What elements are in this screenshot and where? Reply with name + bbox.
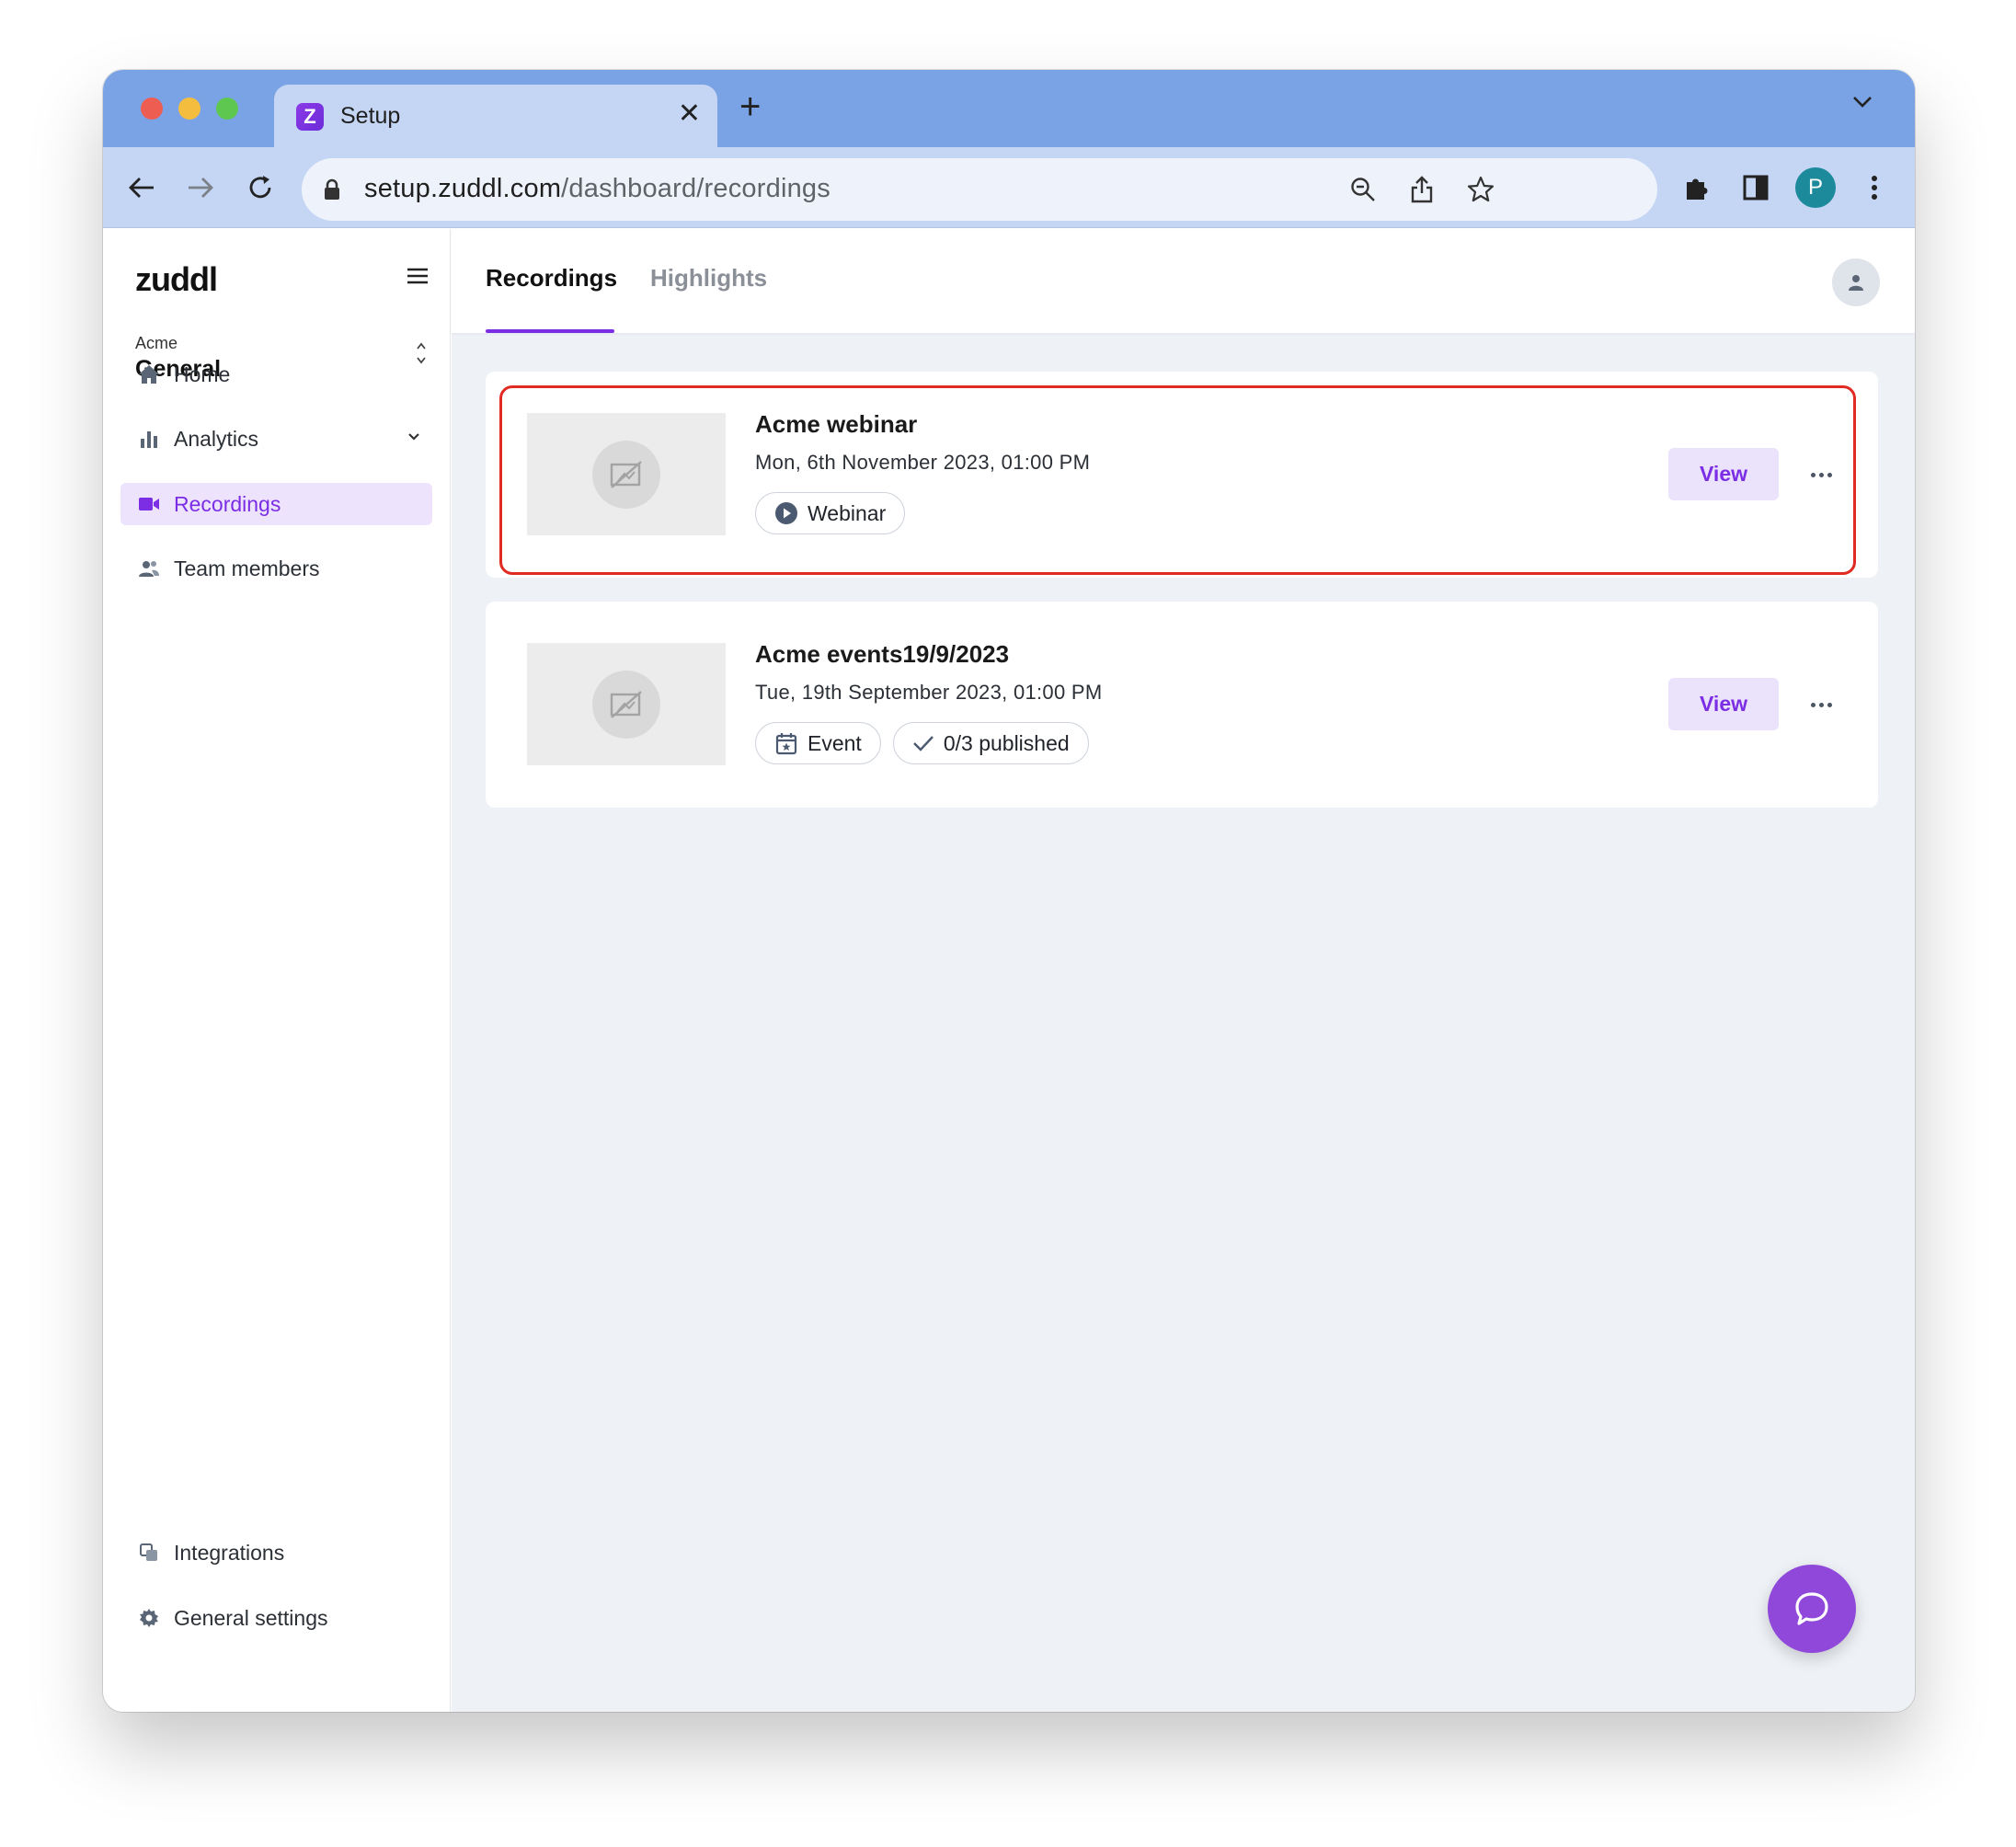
gear-icon [135,1608,163,1628]
browser-menu-icon[interactable] [1856,169,1893,206]
recording-thumbnail[interactable] [527,413,726,535]
view-button[interactable]: View [1668,448,1779,500]
reload-icon[interactable] [242,169,279,206]
page-header: Recordings Highlights [452,229,1915,333]
maximize-window-button[interactable] [216,98,238,120]
side-panel-icon[interactable] [1737,169,1774,206]
new-tab-icon[interactable]: + [739,88,761,125]
calendar-star-icon [775,733,797,755]
recording-tags: Event 0/3 published [755,722,1089,764]
type-chip: Webinar [755,492,906,534]
tab-recordings[interactable]: Recordings [486,264,617,293]
more-options-icon[interactable] [1803,695,1839,714]
sidebar-item-label: Recordings [174,491,281,516]
back-arrow-icon[interactable] [123,169,160,206]
sidebar-item-home[interactable]: Home [120,353,432,396]
video-camera-icon [135,496,163,512]
lock-icon [324,178,340,205]
browser-window: Z Setup ✕ + setup.zuddl.com/dashboard/re… [103,70,1915,1712]
recording-date: Mon, 6th November 2023, 01:00 PM [755,451,1091,474]
home-icon [135,364,163,384]
sidebar-item-label: Analytics [174,426,259,451]
sidebar-item-recordings[interactable]: Recordings [120,483,432,525]
sidebar-item-label: General settings [174,1605,328,1630]
share-icon[interactable] [1406,174,1438,205]
bookmark-star-icon[interactable] [1465,174,1496,205]
recording-title: Acme webinar [755,410,918,438]
chip-label: Event [808,730,862,755]
zoom-out-icon[interactable] [1347,174,1379,205]
sidebar-item-label: Integrations [174,1540,285,1565]
extensions-puzzle-icon[interactable] [1678,169,1715,206]
browser-profile-avatar[interactable]: P [1795,167,1836,208]
url-text: setup.zuddl.com/dashboard/recordings [364,174,830,203]
chat-support-button[interactable] [1768,1565,1856,1653]
recording-card[interactable]: Acme webinar Mon, 6th November 2023, 01:… [486,372,1878,578]
no-video-icon [592,670,660,739]
sidebar-item-label: Team members [174,556,320,580]
zuddl-favicon-icon: Z [296,103,324,131]
people-icon [135,559,163,578]
check-icon [912,736,934,751]
sidebar-item-general-settings[interactable]: General settings [120,1597,432,1639]
zuddl-logo[interactable]: zuddl [135,260,218,299]
type-chip: Event [755,722,881,764]
tab-search-chevron-icon[interactable] [1852,96,1873,113]
sidebar-item-integrations[interactable]: Integrations [120,1532,432,1574]
close-tab-icon[interactable]: ✕ [678,98,701,130]
user-avatar[interactable] [1832,258,1880,306]
app-container: zuddl Acme General Home Analytics Record… [103,229,1915,1712]
close-window-button[interactable] [141,98,163,120]
address-bar[interactable]: setup.zuddl.com/dashboard/recordings [302,158,1657,221]
recording-tags: Webinar [755,492,906,534]
sidebar-item-analytics[interactable]: Analytics [120,418,432,460]
browser-tab[interactable]: Z Setup ✕ [274,85,717,147]
active-tab-indicator [486,329,614,333]
sidebar-item-label: Home [174,361,231,386]
user-icon [1849,275,1863,291]
organization-name: Acme [135,334,178,352]
tab-highlights[interactable]: Highlights [650,264,767,293]
sidebar: zuddl Acme General Home Analytics Record… [103,229,451,1712]
view-button[interactable]: View [1668,678,1779,730]
bar-chart-icon [135,429,163,449]
chip-label: Webinar [808,500,887,525]
recording-thumbnail[interactable] [527,643,726,765]
forward-arrow-icon[interactable] [182,169,219,206]
no-video-icon [592,440,660,509]
browser-toolbar: setup.zuddl.com/dashboard/recordings P [103,147,1915,228]
play-circle-icon [775,502,797,524]
more-options-icon[interactable] [1803,465,1839,484]
integrations-icon [135,1543,163,1563]
main-content: Recordings Highlights Acme webinar Mon, … [452,229,1915,1712]
chip-label: 0/3 published [943,730,1070,755]
sidebar-item-team-members[interactable]: Team members [120,547,432,590]
chat-bubble-icon [1795,1592,1828,1625]
published-chip: 0/3 published [892,722,1089,764]
recording-date: Tue, 19th September 2023, 01:00 PM [755,681,1103,704]
chevron-down-icon[interactable] [407,430,421,447]
recording-title: Acme events19/9/2023 [755,640,1010,668]
hamburger-menu-icon[interactable] [407,268,429,289]
tab-title: Setup [340,103,401,129]
tab-strip: Z Setup ✕ + [103,70,1915,147]
minimize-window-button[interactable] [178,98,200,120]
recording-card[interactable]: Acme events19/9/2023 Tue, 19th September… [486,602,1878,808]
